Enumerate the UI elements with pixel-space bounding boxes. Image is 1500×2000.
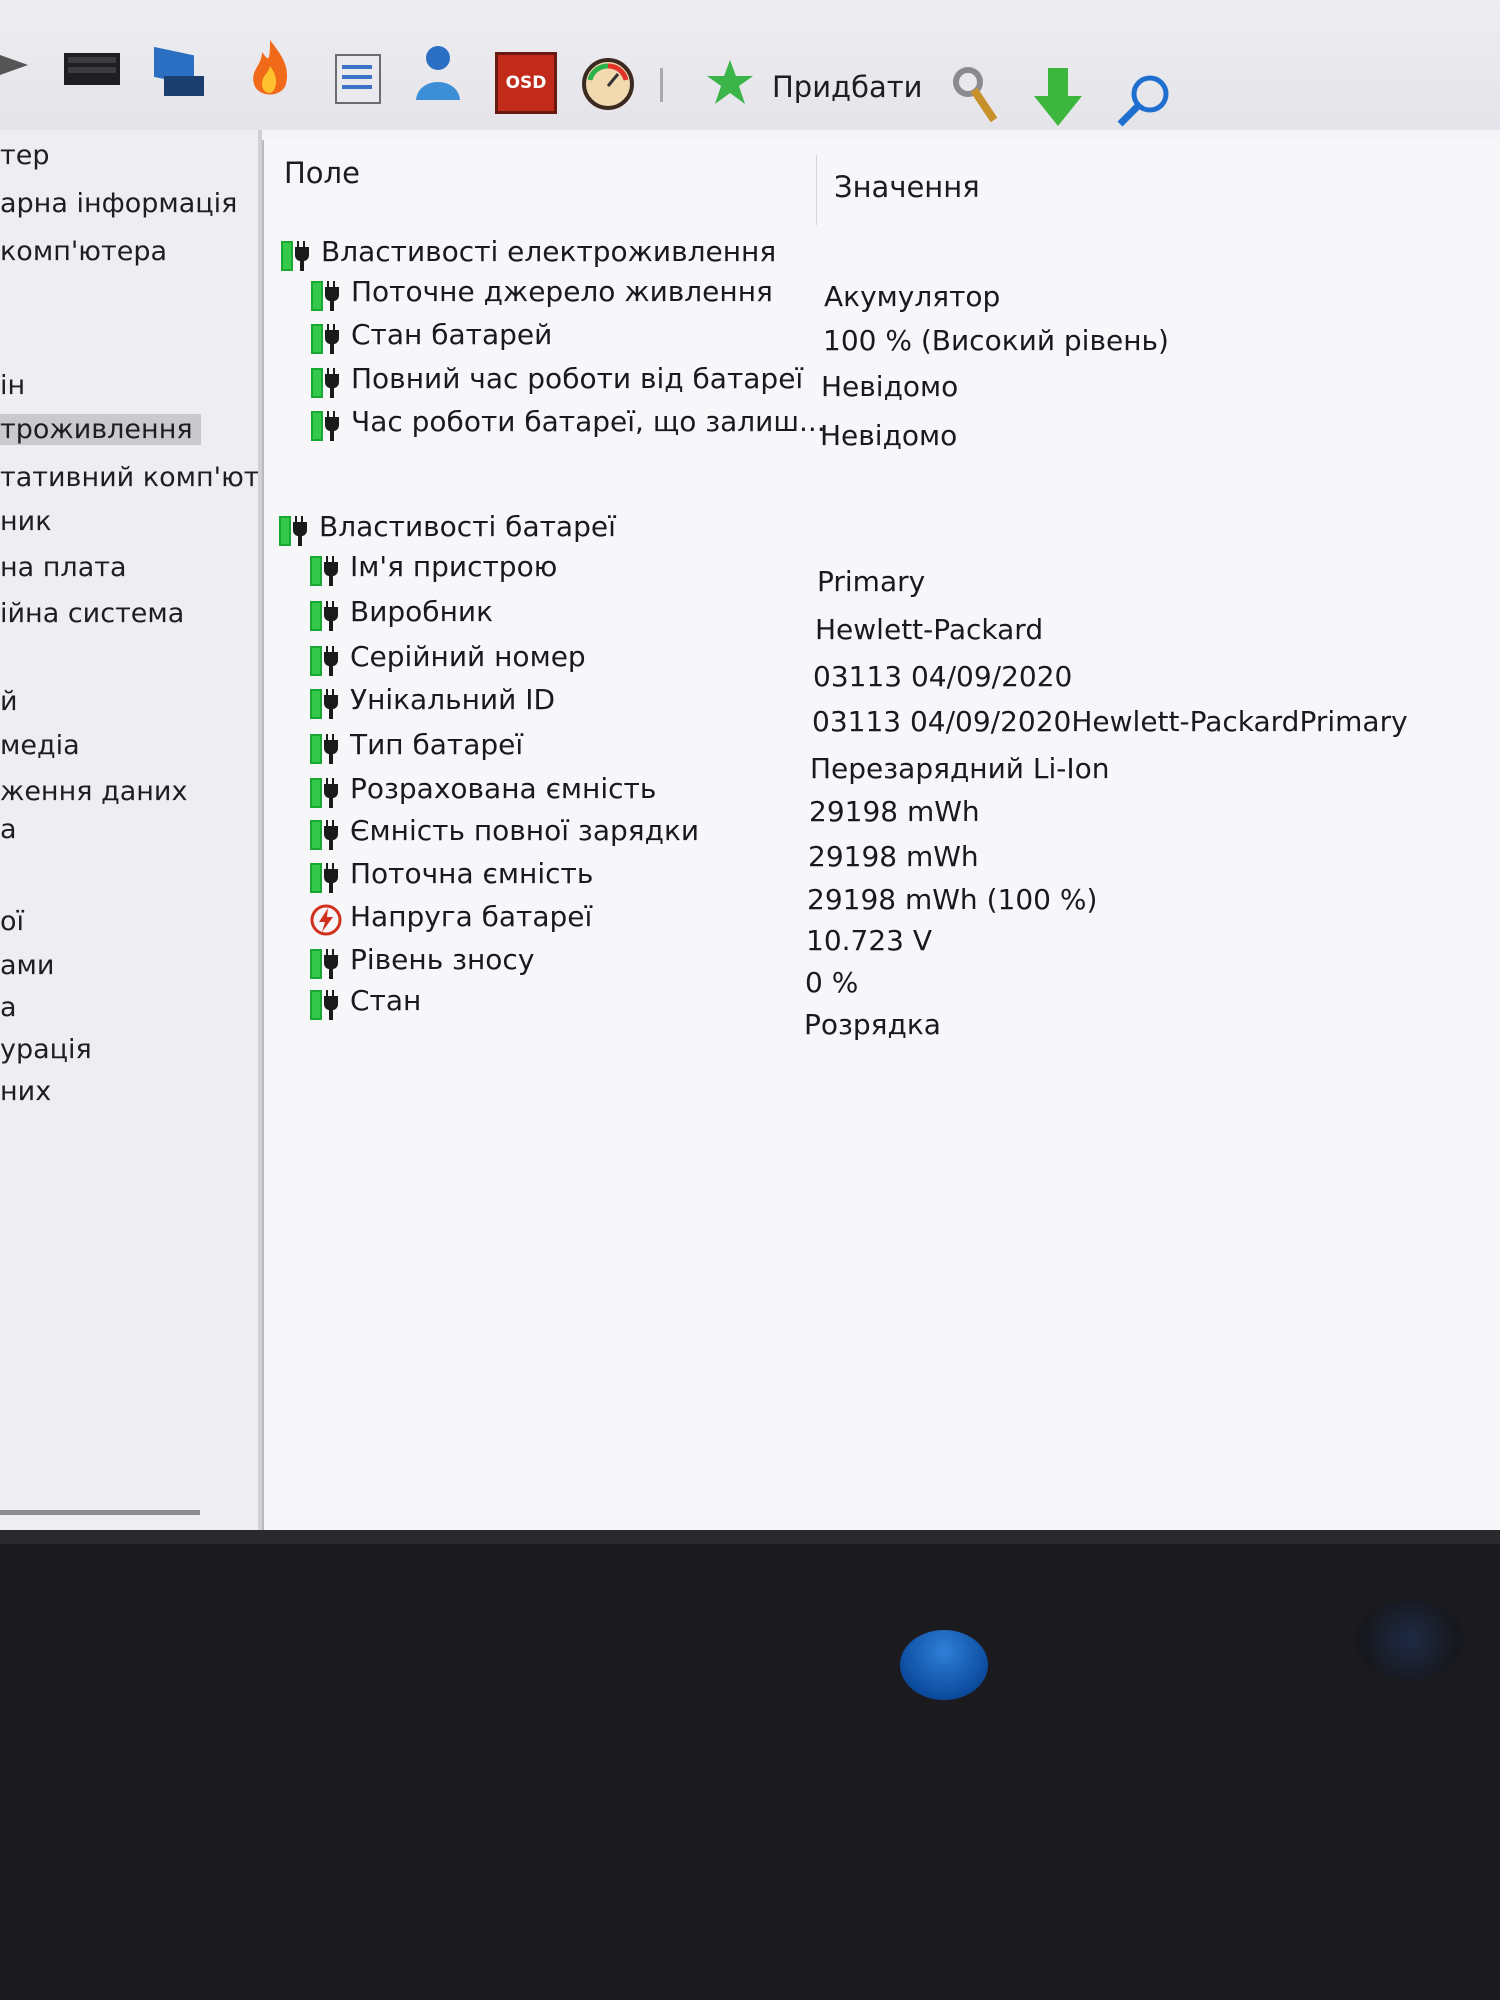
field-label: Поточне джерело живлення (351, 275, 773, 308)
battery-plug-icon (310, 949, 338, 979)
field-value: 29198 mWh (808, 840, 979, 873)
field-label: Розрахована ємність (350, 772, 657, 805)
battery-plug-icon (310, 601, 338, 631)
field-value: Акумулятор (824, 280, 1001, 313)
field-label: Тип батареї (350, 728, 524, 761)
sidebar-item[interactable]: ник (0, 506, 52, 537)
battery-plug-icon (310, 689, 338, 719)
sidebar-item[interactable]: ійна система (0, 598, 184, 629)
user-icon[interactable] (410, 40, 466, 104)
battery-plug-icon (311, 411, 339, 441)
field-value: 29198 mWh (809, 795, 980, 828)
battery-plug-icon (310, 778, 338, 808)
sidebar-item-power-selected[interactable]: троживлення (0, 414, 201, 445)
field-label: Ім'я пристрою (350, 550, 558, 583)
field-value: 10.723 V (806, 924, 933, 957)
field-value: 100 % (Високий рівень) (823, 324, 1169, 357)
field-value: Невідомо (820, 419, 958, 452)
keyboard-dim-reflection (1355, 1600, 1465, 1680)
battery-plug-icon (310, 646, 338, 676)
properties-table: Поле Значення Властивості електроживленн… (262, 140, 1500, 1540)
screen: OSD Придбати тер арна інформація комп'ют… (0, 0, 1500, 1544)
field-value: 03113 04/09/2020Hewlett-PackardPrimary (812, 705, 1408, 738)
field-label: Час роботи батареї, що залиш... (351, 405, 826, 438)
tools-icon[interactable] (950, 66, 1006, 126)
sidebar-item[interactable]: комп'ютера (0, 236, 167, 267)
keyboard-blue-light (900, 1630, 988, 1700)
sidebar-tree: тер арна інформація комп'ютера ін трожив… (0, 130, 262, 1540)
search-icon[interactable] (1112, 70, 1176, 130)
sidebar-item[interactable]: ої (0, 906, 24, 937)
field-value: 0 % (805, 966, 859, 999)
sidebar-item[interactable]: ами (0, 950, 54, 981)
battery-plug-icon (311, 368, 339, 398)
buy-icon[interactable] (705, 58, 755, 108)
field-label: Серійний номер (350, 640, 586, 673)
field-label: Рівень зносу (350, 943, 535, 976)
sidebar-item[interactable]: них (0, 1076, 51, 1107)
column-header-field[interactable]: Поле (284, 156, 360, 190)
sidebar-item[interactable]: ін (0, 370, 25, 401)
report-icon[interactable] (62, 45, 124, 93)
sidebar-item[interactable]: медіа (0, 730, 80, 761)
column-separator[interactable] (816, 155, 817, 225)
section-title: Властивості електроживлення (321, 235, 777, 268)
download-icon[interactable] (1030, 64, 1086, 130)
field-label: Повний час роботи від батареї (351, 362, 804, 395)
field-label: Стан батарей (351, 318, 553, 351)
schedule-icon[interactable] (330, 45, 386, 107)
sidebar-item[interactable]: на плата (0, 552, 127, 583)
field-value: 03113 04/09/2020 (813, 660, 1073, 693)
field-value: Розрядка (804, 1008, 941, 1041)
battery-plug-icon (310, 556, 338, 586)
sidebar-item[interactable]: ження даних (0, 776, 187, 807)
field-label: Виробник (350, 595, 493, 628)
voltage-icon (310, 904, 342, 936)
column-header-value[interactable]: Значення (834, 170, 980, 204)
sidebar-item[interactable]: й (0, 686, 18, 717)
field-label: Напруга батареї (350, 900, 593, 933)
toolbar: OSD Придбати (0, 0, 1500, 130)
computer-icon[interactable] (150, 40, 212, 102)
battery-plug-icon (281, 241, 309, 271)
section-title: Властивості батареї (319, 510, 616, 543)
sidebar-item[interactable]: а (0, 992, 17, 1023)
buy-button-label[interactable]: Придбати (772, 70, 923, 104)
sidebar-horizontal-scrollbar[interactable] (0, 1510, 200, 1515)
sidebar-item[interactable]: тер (0, 140, 49, 171)
sidebar-item[interactable]: тативний комп'юте (0, 462, 258, 493)
battery-plug-icon (310, 863, 338, 893)
screen-bezel-edge (0, 1530, 1500, 1544)
flame-icon[interactable] (240, 36, 300, 106)
battery-plug-icon (310, 820, 338, 850)
gauge-icon[interactable] (578, 56, 638, 112)
battery-plug-icon (311, 324, 339, 354)
field-label: Стан (350, 984, 422, 1017)
battery-plug-icon (279, 516, 307, 546)
battery-plug-icon (310, 734, 338, 764)
field-label: Поточна ємність (350, 857, 594, 890)
battery-plug-icon (311, 281, 339, 311)
field-value: Primary (817, 565, 926, 598)
field-value: 29198 mWh (100 %) (807, 883, 1098, 916)
field-label: Ємність повної зарядки (350, 814, 700, 847)
arrow-icon[interactable] (0, 45, 40, 85)
field-value: Невідомо (821, 370, 959, 403)
sidebar-item[interactable]: а (0, 814, 17, 845)
field-value: Перезарядний Li-Ion (810, 752, 1110, 785)
sidebar-item[interactable]: урація (0, 1034, 92, 1065)
field-value: Hewlett-Packard (815, 613, 1044, 646)
field-label: Унікальний ID (350, 683, 556, 716)
osd-icon[interactable]: OSD (495, 52, 557, 114)
battery-plug-icon (310, 990, 338, 1020)
toolbar-separator (660, 68, 663, 102)
sidebar-item[interactable]: арна інформація (0, 188, 237, 219)
